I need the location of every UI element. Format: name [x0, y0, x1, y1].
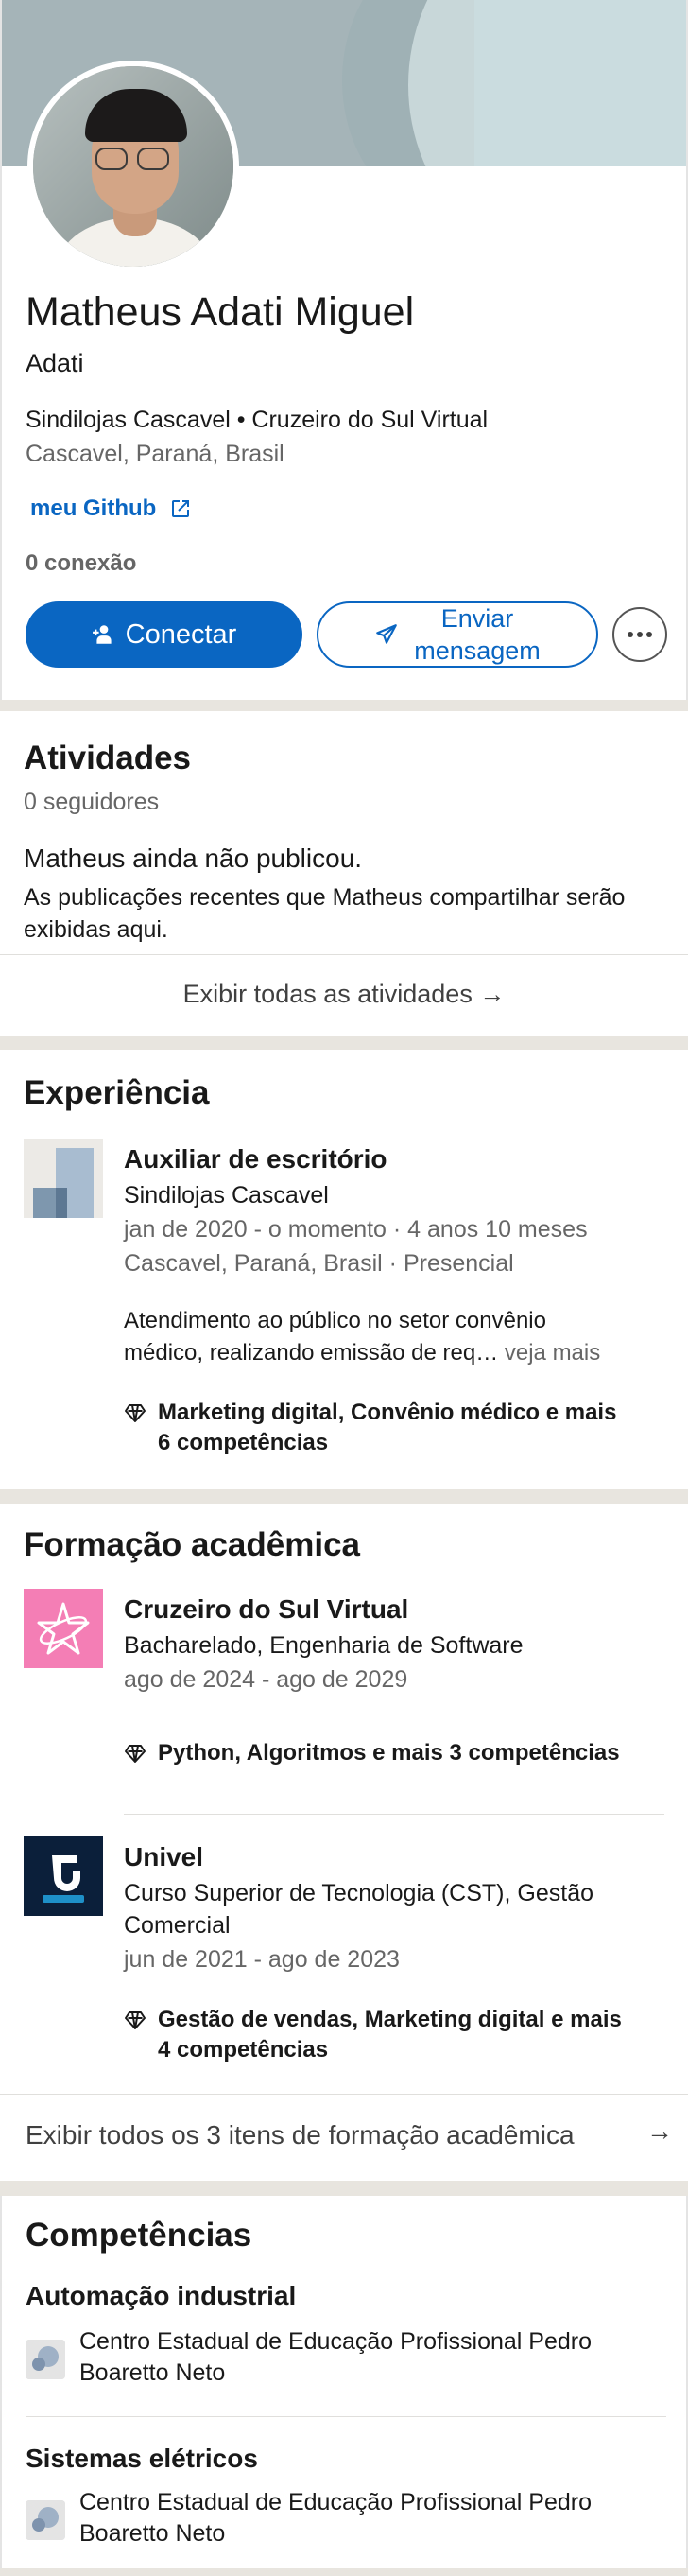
- external-link-icon: [172, 500, 190, 517]
- github-link-label: meu Github: [30, 496, 157, 521]
- skill-source-line1: Centro Estadual de Educação Profissional…: [79, 2489, 592, 2515]
- no-posts-title: Matheus ainda não publicou.: [24, 844, 363, 873]
- experience-title: Experiência: [24, 1074, 210, 1111]
- arrow-right-icon[interactable]: →: [646, 2116, 673, 2147]
- diamond-icon: [125, 1745, 146, 1763]
- education-period: ago de 2024 - ago de 2029: [124, 1666, 408, 1693]
- school-logo-icon: [26, 2500, 65, 2540]
- experience-role[interactable]: Auxiliar de escritório: [124, 1144, 387, 1175]
- school-logo-icon: [26, 2340, 65, 2379]
- separator: [26, 2416, 666, 2417]
- company-logo[interactable]: [24, 1139, 103, 1218]
- send-icon: [376, 624, 398, 644]
- school-logo-cruzeiro[interactable]: [24, 1589, 103, 1668]
- section-divider: [0, 1036, 688, 1050]
- univel-logo-icon: [24, 1836, 103, 1916]
- section-divider: [0, 700, 688, 711]
- skill-source-line1: Centro Estadual de Educação Profissional…: [79, 2328, 592, 2355]
- star-logo-icon: [24, 1589, 103, 1668]
- separator: [0, 954, 688, 955]
- diamond-icon: [125, 2011, 146, 2029]
- skill-source: Centro Estadual de Educação Profissional…: [79, 2487, 665, 2550]
- profile-name: Matheus Adati Miguel: [26, 289, 415, 335]
- skill-source-line2: Boaretto Neto: [79, 2359, 226, 2386]
- experience-skills-line1: Marketing digital, Convênio médico e mai…: [158, 1400, 617, 1425]
- education-skills-line1: Gestão de vendas, Marketing digital e ma…: [158, 2007, 622, 2032]
- activities-section: Atividades 0 seguidores Matheus ainda nã…: [0, 711, 688, 1036]
- profile-organizations[interactable]: Sindilojas Cascavel • Cruzeiro do Sul Vi…: [26, 407, 488, 434]
- separator: [0, 2094, 688, 2095]
- education-degree-line2: Comercial: [124, 1912, 231, 1939]
- separator: [124, 1814, 664, 1815]
- followers-count[interactable]: 0 seguidores: [24, 789, 159, 816]
- skill-name[interactable]: Automação industrial: [26, 2281, 296, 2311]
- no-posts-description: As publicações recentes que Matheus comp…: [24, 884, 626, 943]
- education-school[interactable]: Cruzeiro do Sul Virtual: [124, 1594, 408, 1625]
- connect-button-label: Conectar: [125, 618, 237, 650]
- profile-headline: Adati: [26, 349, 84, 377]
- skill-source: Centro Estadual de Educação Profissional…: [79, 2326, 665, 2389]
- education-degree-line1: Curso Superior de Tecnologia (CST), Gest…: [124, 1880, 593, 1906]
- section-divider: [0, 2181, 688, 2196]
- skill-source-line2: Boaretto Neto: [79, 2520, 226, 2547]
- section-divider: [0, 1489, 688, 1504]
- experience-skills[interactable]: Marketing digital, Convênio médico e mai…: [124, 1398, 672, 1458]
- experience-location: Cascavel, Paraná, Brasil · Presencial: [124, 1250, 514, 1277]
- experience-section: Experiência Auxiliar de escritório Sindi…: [0, 1050, 688, 1489]
- education-skills[interactable]: Gestão de vendas, Marketing digital e ma…: [124, 2005, 672, 2065]
- experience-company: Sindilojas Cascavel: [124, 1182, 329, 1209]
- profile-card: Matheus Adati Miguel Adati Sindilojas Ca…: [0, 0, 688, 700]
- experience-period: jan de 2020 - o momento · 4 anos 10 mese…: [124, 1216, 588, 1243]
- profile-location: Cascavel, Paraná, Brasil: [26, 441, 284, 467]
- experience-description-line1: Atendimento ao público no setor convênio: [124, 1308, 546, 1333]
- send-message-button[interactable]: Enviar mensagem: [317, 601, 598, 668]
- education-skills[interactable]: Python, Algoritmos e mais 3 competências: [124, 1738, 672, 1768]
- see-more-link[interactable]: veja mais: [498, 1340, 600, 1366]
- show-all-education-link[interactable]: Exibir todos os 3 itens de formação acad…: [26, 2120, 575, 2150]
- avatar[interactable]: [27, 61, 239, 272]
- activities-title: Atividades: [24, 740, 191, 776]
- education-skills-line2: 4 competências: [158, 2037, 329, 2063]
- skill-name[interactable]: Sistemas elétricos: [26, 2444, 258, 2474]
- education-title: Formação acadêmica: [24, 1526, 361, 1563]
- skills-title: Competências: [26, 2217, 252, 2254]
- experience-description-line2: médico, realizando emissão de req…: [124, 1340, 499, 1366]
- company-logo-icon: [24, 1139, 103, 1218]
- diamond-icon: [125, 1404, 146, 1422]
- connect-button[interactable]: Conectar: [26, 601, 302, 668]
- github-link[interactable]: meu Github: [30, 496, 192, 522]
- education-section: Formação acadêmica Cruzeiro do Sul Virtu…: [0, 1504, 688, 2181]
- education-skills-label: Python, Algoritmos e mais 3 competências: [158, 1740, 620, 1766]
- education-degree: Bacharelado, Engenharia de Software: [124, 1632, 524, 1659]
- connections-count[interactable]: 0 conexão: [26, 550, 136, 577]
- more-options-button[interactable]: [612, 607, 667, 662]
- education-school[interactable]: Univel: [124, 1842, 203, 1872]
- show-all-activities-link[interactable]: Exibir todas as atividades →: [0, 980, 688, 1009]
- ellipsis-icon: [628, 632, 652, 637]
- experience-skills-line2: 6 competências: [158, 1430, 329, 1455]
- add-person-icon: [92, 625, 112, 644]
- experience-description[interactable]: Atendimento ao público no setor convênio…: [124, 1305, 672, 1369]
- school-logo-univel[interactable]: [24, 1836, 103, 1916]
- send-message-label-line2: mensagem: [414, 636, 541, 665]
- education-period: jun de 2021 - ago de 2023: [124, 1946, 400, 1973]
- section-divider: [0, 2568, 688, 2576]
- send-message-label-line1: Enviar: [440, 604, 514, 633]
- skills-section: Competências Automação industrial Centro…: [0, 2196, 688, 2576]
